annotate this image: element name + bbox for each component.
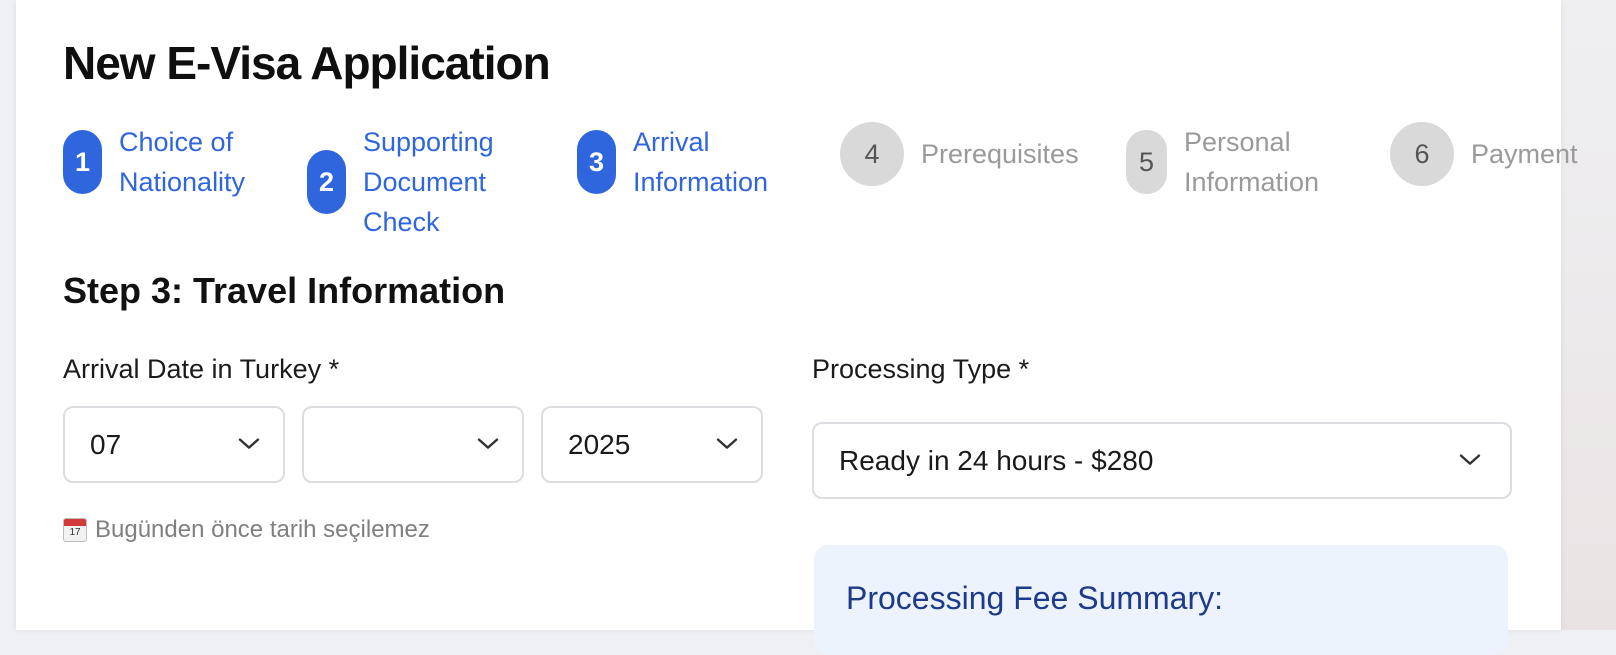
- step-number: 2: [307, 150, 346, 214]
- step-3[interactable]: 3 Arrival Information: [577, 122, 803, 202]
- step-label: Choice of Nationality: [119, 127, 246, 197]
- arrival-month-select[interactable]: 07: [63, 406, 285, 483]
- step-number: 5: [1126, 130, 1167, 194]
- fee-summary-title: Processing Fee Summary:: [846, 580, 1224, 616]
- calendar-icon-day: 17: [69, 527, 81, 538]
- page-title: New E-Visa Application: [63, 37, 551, 89]
- arrival-date-hint-text: Bugünden önce tarih seçilemez: [95, 516, 430, 543]
- processing-type-select[interactable]: Ready in 24 hours - $280: [812, 422, 1512, 499]
- application-card: New E-Visa Application 1 Choice of Natio…: [16, 0, 1578, 655]
- step-number: 3: [577, 130, 616, 194]
- step-1[interactable]: 1 Choice of Nationality: [63, 122, 289, 202]
- step-6[interactable]: 6 Payment: [1390, 122, 1591, 186]
- arrival-year-value: 2025: [568, 428, 631, 460]
- processing-type-label: Processing Type *: [812, 354, 1030, 384]
- chevron-down-icon: [1459, 453, 1481, 465]
- step-label: Arrival Information: [633, 127, 769, 197]
- step-5[interactable]: 5 Personal Information: [1126, 122, 1354, 202]
- step-label: Supporting Document Check: [363, 127, 494, 237]
- chevron-down-icon: [716, 437, 738, 449]
- step-number: 6: [1390, 122, 1454, 186]
- background-panel: [1561, 0, 1616, 630]
- arrival-month-value: 07: [90, 428, 122, 460]
- arrival-year-select[interactable]: 2025: [541, 406, 763, 483]
- step-label: Prerequisites: [921, 139, 1079, 169]
- arrival-day-select[interactable]: [302, 406, 524, 483]
- chevron-down-icon: [477, 437, 499, 449]
- arrival-date-label: Arrival Date in Turkey *: [63, 354, 340, 384]
- step-number: 4: [840, 122, 904, 186]
- step-number: 1: [63, 130, 102, 194]
- step-label: Personal Information: [1184, 127, 1320, 197]
- calendar-icon: 17: [63, 518, 87, 542]
- step-2[interactable]: 2 Supporting Document Check: [307, 122, 533, 242]
- arrival-date-hint: 17 Bugünden önce tarih seçilemez: [63, 516, 430, 544]
- step-4[interactable]: 4 Prerequisites: [840, 122, 1101, 186]
- chevron-down-icon: [238, 437, 260, 449]
- step-label: Payment: [1471, 139, 1578, 169]
- fee-summary-panel: Processing Fee Summary:: [814, 545, 1508, 655]
- processing-type-value: Ready in 24 hours - $280: [839, 444, 1154, 476]
- section-title: Step 3: Travel Information: [63, 270, 506, 311]
